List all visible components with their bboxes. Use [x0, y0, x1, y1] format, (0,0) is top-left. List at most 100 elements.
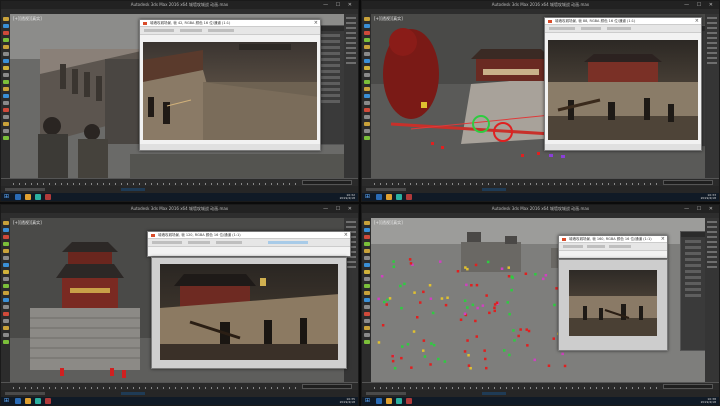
right-toolbar[interactable] [344, 14, 358, 178]
left-toolbar[interactable] [362, 218, 371, 382]
right-toolbar[interactable] [705, 14, 719, 178]
bone-marker[interactable] [383, 300, 386, 304]
bone-marker[interactable] [386, 298, 389, 302]
bone-marker[interactable] [391, 359, 395, 363]
left-toolbar[interactable] [362, 14, 371, 178]
bone-marker[interactable] [403, 282, 406, 286]
bone-marker[interactable] [444, 303, 448, 307]
bone-marker[interactable] [506, 301, 510, 304]
windows-logo-icon[interactable]: ⊞ [4, 194, 9, 200]
viewport-label[interactable]: [+][透视][真实] [13, 16, 42, 22]
bone-marker[interactable] [377, 297, 380, 301]
render-toolbar[interactable] [559, 243, 667, 251]
bone-marker[interactable] [486, 260, 490, 264]
time-slider[interactable] [1, 382, 358, 390]
bone-marker[interactable] [410, 366, 413, 369]
explorer-icon[interactable] [15, 398, 21, 404]
bone-marker[interactable] [474, 263, 478, 267]
bone-marker[interactable] [547, 364, 551, 368]
bone-marker[interactable] [561, 352, 564, 356]
render-toolbar[interactable] [148, 239, 350, 247]
window-controls[interactable]: — ☐ ✕ [323, 206, 355, 212]
bone-marker[interactable] [465, 283, 468, 287]
bone-marker[interactable] [466, 306, 469, 309]
bone-marker[interactable] [463, 350, 467, 353]
left-toolbar[interactable] [1, 14, 10, 178]
render-toolbar[interactable] [140, 27, 320, 35]
bone-marker[interactable] [456, 270, 460, 273]
bone-marker[interactable] [393, 367, 397, 370]
window-controls[interactable]: — ☐ ✕ [684, 206, 716, 212]
bone-marker[interactable] [542, 277, 545, 281]
bone-marker[interactable] [500, 267, 504, 271]
3dsmax-icon[interactable] [396, 398, 402, 404]
explorer-icon[interactable] [376, 194, 382, 200]
bone-marker[interactable] [517, 334, 520, 338]
folder-icon[interactable] [386, 194, 392, 200]
close-icon[interactable]: × [661, 236, 665, 243]
bone-marker[interactable] [552, 337, 556, 340]
bone-marker[interactable] [430, 342, 433, 345]
bone-marker[interactable] [527, 329, 531, 333]
bone-marker[interactable] [440, 297, 444, 300]
app-icon[interactable] [406, 194, 412, 200]
bone-marker[interactable] [470, 284, 473, 287]
close-icon[interactable]: × [344, 232, 348, 239]
bone-marker[interactable] [381, 324, 385, 327]
bone-marker[interactable] [507, 275, 511, 278]
bone-marker[interactable] [429, 363, 432, 366]
bone-marker[interactable] [553, 303, 556, 307]
time-slider[interactable] [1, 178, 358, 186]
app-icon[interactable] [45, 398, 51, 404]
bone-marker[interactable] [467, 354, 470, 357]
bone-marker[interactable] [380, 275, 384, 278]
windows-logo-icon[interactable]: ⊞ [365, 398, 370, 404]
bone-marker[interactable] [512, 329, 515, 332]
windows-logo-icon[interactable]: ⊞ [365, 194, 370, 200]
viewport-label[interactable]: [+][透视][真实] [374, 220, 403, 226]
window-controls[interactable]: — ☐ ✕ [323, 2, 355, 8]
windows-logo-icon[interactable]: ⊞ [4, 398, 9, 404]
bone-marker[interactable] [392, 265, 396, 269]
bone-marker[interactable] [413, 291, 416, 294]
bone-marker[interactable] [385, 303, 389, 306]
bone-marker[interactable] [508, 312, 511, 316]
bone-marker[interactable] [439, 260, 442, 263]
bone-marker[interactable] [422, 290, 425, 294]
right-toolbar[interactable] [705, 218, 719, 382]
app-icon[interactable] [406, 398, 412, 404]
viewport-label[interactable]: [+][透视][真实] [374, 16, 403, 22]
bone-marker[interactable] [510, 288, 513, 292]
bone-marker[interactable] [474, 319, 477, 323]
bone-marker[interactable] [533, 358, 537, 362]
app-icon[interactable] [45, 194, 51, 200]
bone-marker[interactable] [503, 349, 506, 352]
bone-marker[interactable] [495, 301, 499, 305]
bone-marker[interactable] [526, 344, 529, 347]
bone-marker[interactable] [422, 339, 426, 342]
folder-icon[interactable] [25, 398, 31, 404]
window-controls[interactable]: — ☐ ✕ [684, 2, 716, 8]
left-toolbar[interactable] [1, 218, 10, 382]
close-icon[interactable]: × [314, 20, 318, 27]
render-frame-window[interactable]: 城墙攻城场景, 帧 120, RGBA 颜色 16 位/通道 (1:1) × [147, 231, 351, 257]
bone-marker[interactable] [464, 266, 467, 269]
bone-marker[interactable] [519, 328, 522, 331]
bone-marker[interactable] [476, 306, 479, 310]
bone-marker[interactable] [471, 303, 475, 307]
bone-marker[interactable] [422, 349, 425, 352]
render-frame-window[interactable]: 城墙攻城场景, 帧 160, RGBA 颜色 16 位/通道 (1:1) × [558, 235, 668, 259]
bone-marker[interactable] [377, 341, 381, 344]
bone-marker[interactable] [466, 339, 469, 342]
bone-marker[interactable] [485, 366, 488, 370]
bone-marker[interactable] [508, 353, 511, 357]
bone-marker[interactable] [459, 318, 463, 322]
close-icon[interactable]: × [695, 18, 699, 25]
bone-marker[interactable] [493, 309, 497, 313]
bone-marker[interactable] [563, 364, 567, 368]
bone-marker[interactable] [544, 274, 548, 277]
bone-marker[interactable] [401, 345, 404, 348]
bone-marker[interactable] [406, 343, 410, 346]
bone-marker[interactable] [485, 294, 488, 297]
explorer-icon[interactable] [376, 398, 382, 404]
